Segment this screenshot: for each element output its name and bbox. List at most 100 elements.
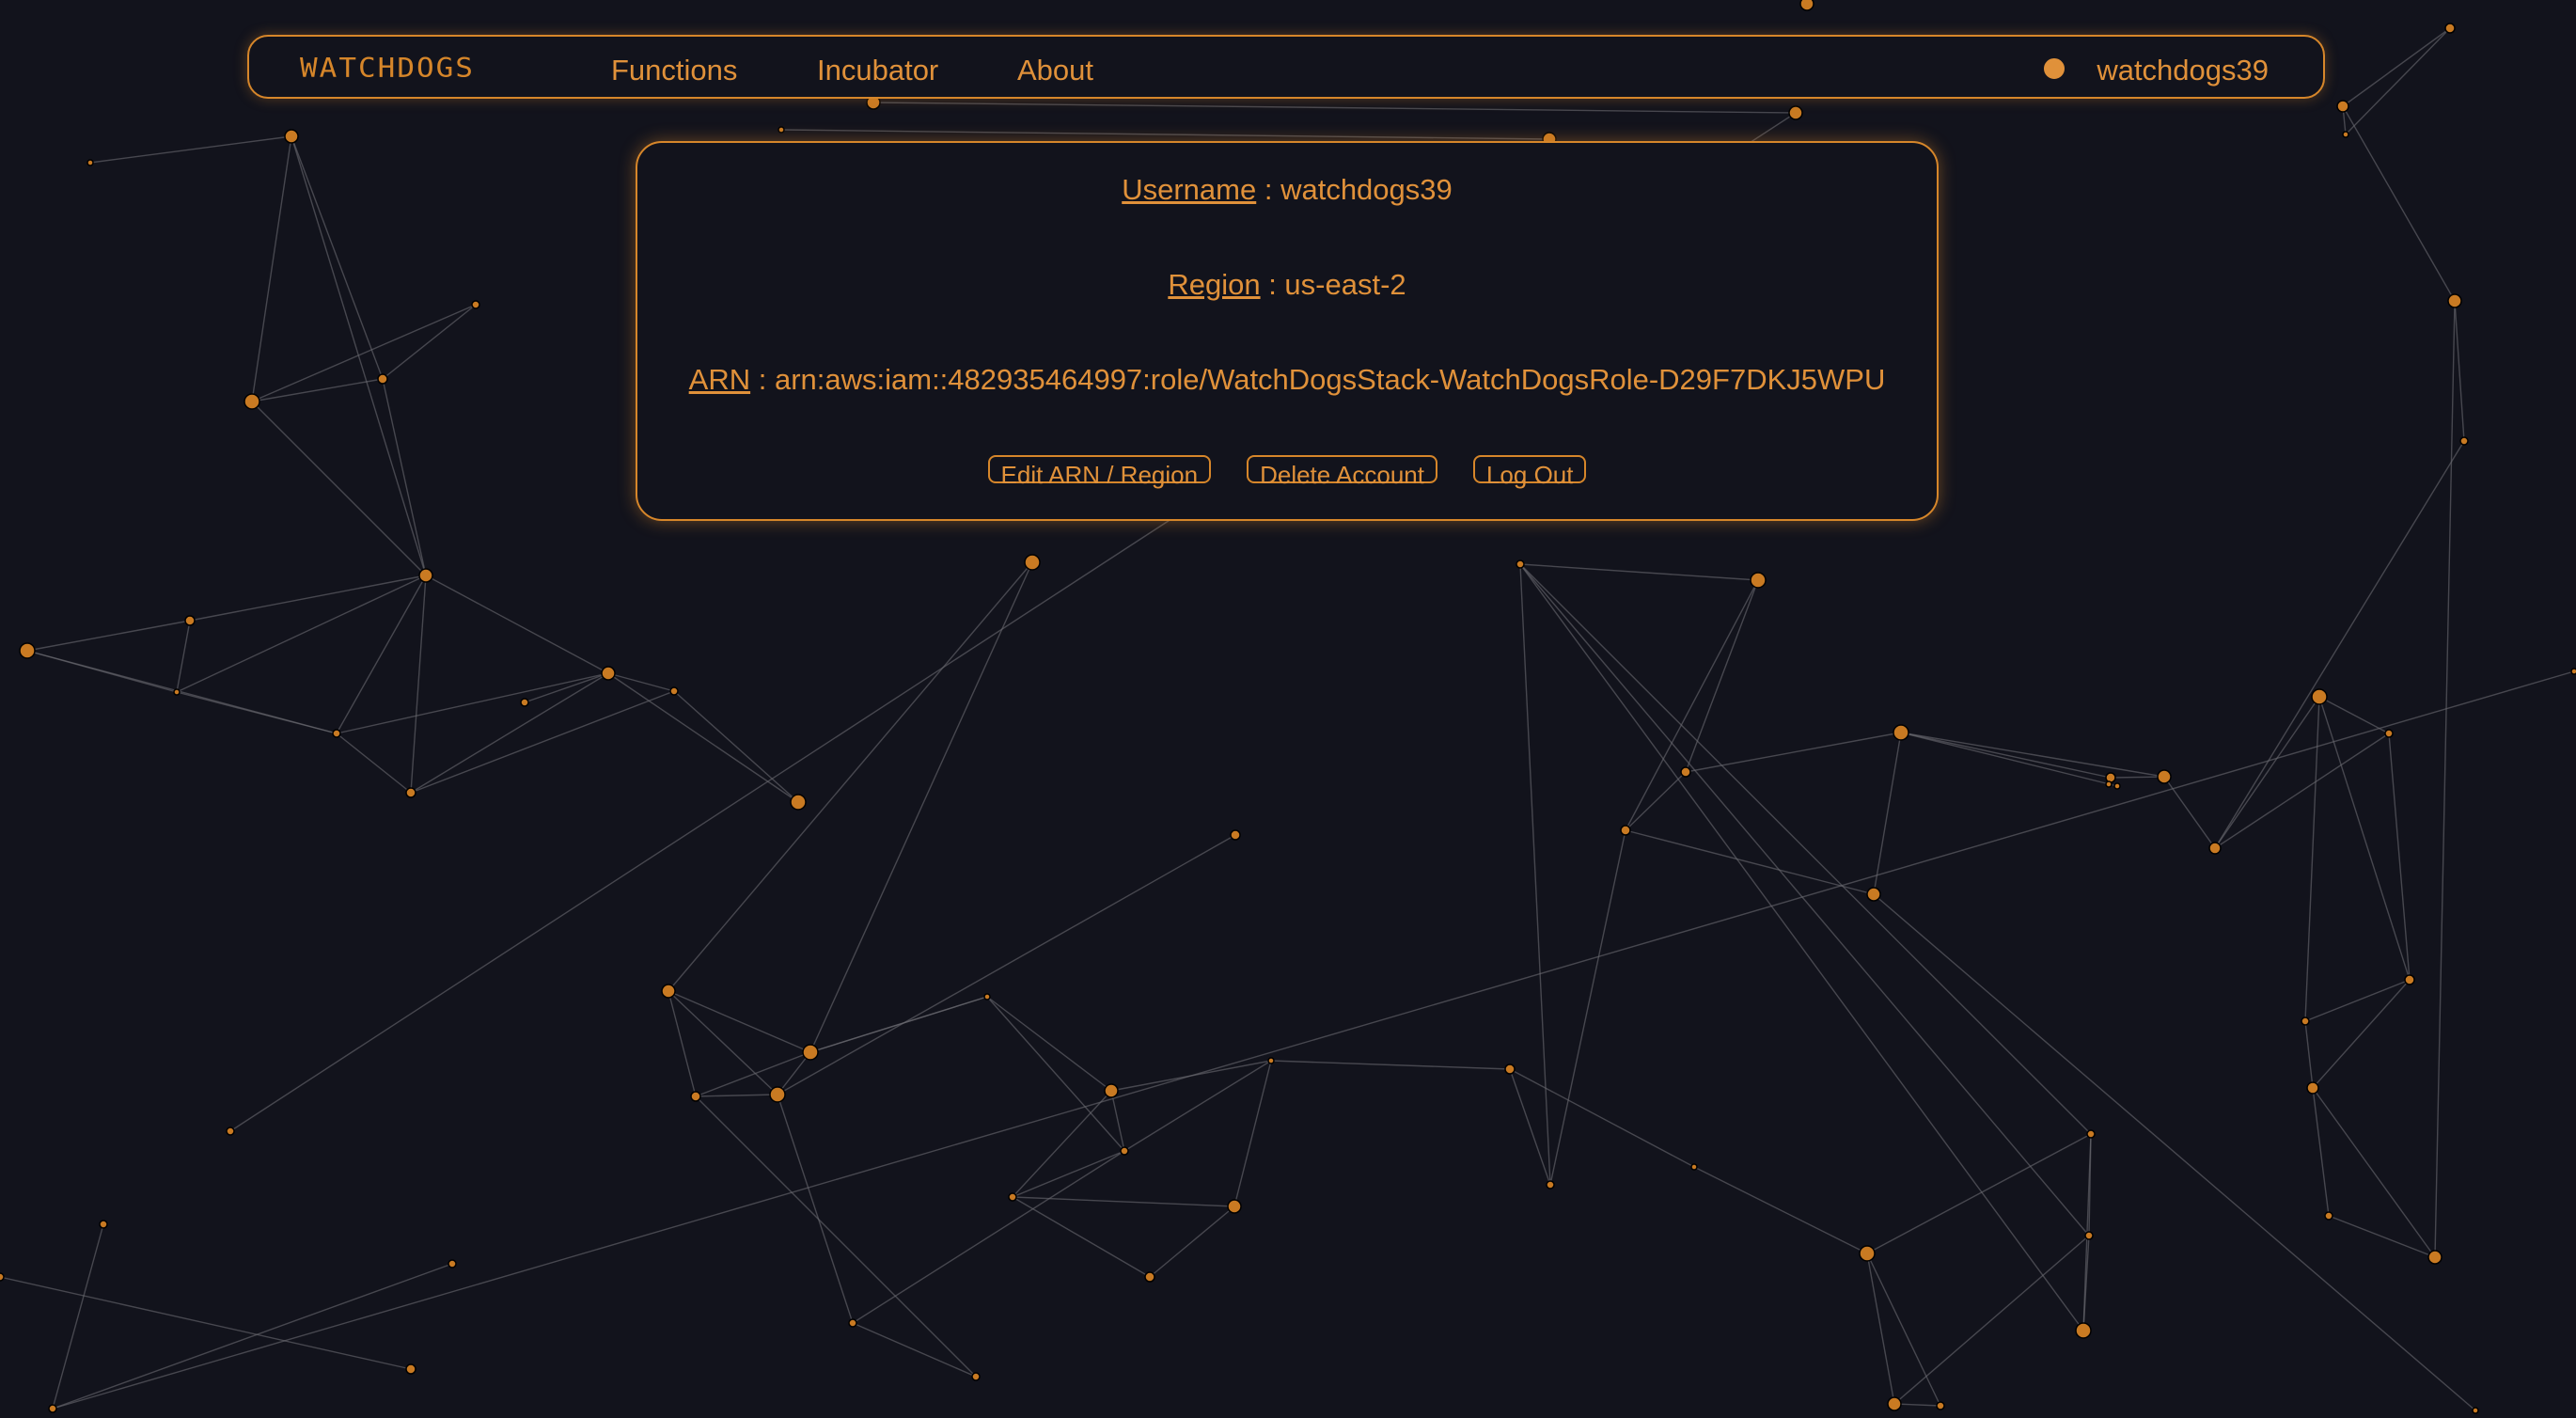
network-edge: [809, 561, 1033, 1053]
network-node: [377, 373, 388, 385]
network-node: [601, 666, 616, 681]
network-edge: [1519, 563, 2084, 1331]
network-edge: [1519, 563, 1551, 1186]
network-edge: [780, 129, 1550, 140]
network-node: [2105, 780, 2113, 788]
network-node: [448, 1259, 457, 1268]
nav-link-incubator[interactable]: Incubator: [817, 54, 938, 87]
network-edge: [1519, 563, 2090, 1237]
network-edge: [1509, 1068, 1551, 1186]
network-node: [1690, 1163, 1698, 1171]
top-navbar: WATCHDOGS Functions Incubator About watc…: [247, 35, 2325, 99]
nav-username[interactable]: watchdogs39: [2097, 54, 2269, 87]
network-node: [2301, 1016, 2310, 1026]
network-edge: [410, 690, 675, 794]
network-node: [2075, 1322, 2092, 1339]
network-node: [769, 1086, 786, 1103]
network-edge: [251, 304, 477, 402]
network-node: [1024, 554, 1041, 571]
network-edge: [2214, 440, 2465, 849]
username-row: Username : watchdogs39: [637, 173, 1937, 207]
network-node: [778, 126, 785, 134]
network-edge: [1549, 829, 1626, 1186]
network-node: [0, 1272, 5, 1282]
user-icon[interactable]: [2043, 57, 2066, 80]
region-value: us-east-2: [1284, 268, 1406, 301]
network-edge: [1866, 1133, 2092, 1254]
network-edge: [852, 1322, 977, 1378]
network-edge: [2163, 776, 2216, 849]
app-logo[interactable]: WATCHDOGS: [300, 53, 475, 84]
network-edge: [336, 575, 427, 734]
network-node: [2384, 729, 2394, 738]
nav-link-about[interactable]: About: [1017, 54, 1093, 87]
network-node: [471, 300, 480, 309]
network-node: [226, 1127, 235, 1136]
network-node: [332, 729, 341, 738]
network-edge: [852, 1150, 1125, 1324]
network-node: [790, 794, 807, 811]
network-node: [669, 686, 679, 696]
network-edge: [668, 990, 697, 1097]
network-node: [2311, 688, 2328, 705]
network-node: [1866, 887, 1881, 902]
network-node: [2444, 23, 2456, 34]
network-edge: [2342, 105, 2456, 302]
network-edge: [26, 620, 191, 652]
network-edge: [52, 670, 2575, 1410]
network-node: [2342, 131, 2349, 138]
network-edge: [777, 1094, 854, 1324]
network-node: [1144, 1271, 1155, 1283]
network-edge: [673, 690, 799, 803]
network-node: [983, 993, 991, 1000]
network-edge: [1685, 579, 1759, 773]
network-node: [1267, 1057, 1275, 1064]
network-edge: [695, 1094, 778, 1097]
edit-arn-region-button[interactable]: Edit ARN / Region: [987, 455, 1212, 489]
network-node: [1887, 1396, 1902, 1411]
network-edge: [336, 733, 412, 794]
arn-value: arn:aws:iam::482935464997:role/WatchDogs…: [774, 363, 1886, 396]
network-edge: [1625, 771, 1687, 831]
network-node: [86, 159, 94, 166]
network-node: [184, 615, 196, 626]
nav-link-functions[interactable]: Functions: [611, 54, 737, 87]
network-node: [1893, 724, 1909, 741]
network-edge: [410, 575, 427, 794]
network-node: [2459, 436, 2469, 446]
network-edge: [2345, 27, 2451, 135]
username-value: watchdogs39: [1280, 173, 1453, 206]
network-node: [19, 642, 36, 659]
network-edge: [1900, 732, 2165, 778]
network-node: [48, 1404, 57, 1413]
log-out-button[interactable]: Log Out: [1472, 455, 1587, 489]
network-node: [2427, 1250, 2442, 1265]
network-node: [2324, 1211, 2333, 1221]
network-edge: [1625, 579, 1759, 831]
network-edge: [1873, 893, 2476, 1411]
network-node: [1936, 1401, 1945, 1410]
network-edge: [2454, 300, 2465, 442]
network-edge: [2312, 979, 2411, 1089]
network-node: [2472, 1407, 2479, 1414]
network-node: [405, 787, 416, 798]
network-node: [2113, 782, 2121, 790]
network-node: [1104, 1083, 1119, 1098]
network-edge: [2304, 979, 2411, 1022]
network-node: [418, 568, 433, 583]
network-edge: [0, 1276, 412, 1370]
network-edge: [1685, 732, 1902, 773]
network-edge: [2304, 696, 2320, 1022]
network-edge: [1233, 1060, 1272, 1207]
network-edge: [291, 135, 384, 380]
network-node: [2336, 100, 2349, 113]
network-node: [1504, 1064, 1516, 1075]
network-node: [405, 1363, 416, 1375]
delete-account-button[interactable]: Delete Account: [1247, 455, 1437, 489]
network-edge: [777, 834, 1236, 1095]
network-edge: [1110, 1090, 1125, 1152]
network-edge: [1900, 732, 2112, 779]
network-node: [284, 129, 299, 144]
network-node: [2208, 842, 2222, 855]
network-edge: [2434, 300, 2456, 1258]
